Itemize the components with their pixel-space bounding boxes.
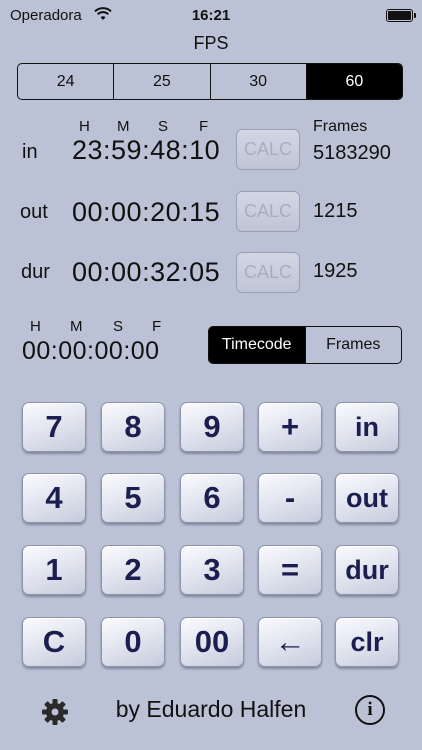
key-2[interactable]: 2 — [101, 545, 165, 595]
result-header-seconds: S — [113, 318, 124, 335]
key-4[interactable]: 4 — [22, 473, 86, 523]
fps-title: FPS — [193, 33, 229, 53]
status-time: 16:21 — [191, 7, 231, 24]
out-frames-value: 1215 — [313, 200, 358, 222]
mode-option-frames[interactable]: Frames — [304, 327, 402, 363]
out-calc-button[interactable]: CALC — [236, 191, 300, 232]
battery-icon — [386, 9, 416, 22]
fps-option-24[interactable]: 24 — [18, 64, 113, 99]
key-7[interactable]: 7 — [22, 402, 86, 452]
result-header-minutes: M — [70, 318, 83, 335]
key-00[interactable]: 00 — [180, 617, 244, 667]
key-0[interactable]: 0 — [101, 617, 165, 667]
out-timecode[interactable]: 00:00:20:15 — [72, 197, 220, 228]
dur-timecode[interactable]: 00:00:32:05 — [72, 257, 220, 288]
key-1[interactable]: 1 — [22, 545, 86, 595]
key-clr[interactable]: clr — [335, 617, 399, 667]
in-calc-button[interactable]: CALC — [236, 129, 300, 170]
key-5[interactable]: 5 — [101, 473, 165, 523]
header-frames-col: F — [199, 118, 209, 135]
info-icon[interactable]: i — [355, 695, 385, 725]
key-equals[interactable]: = — [258, 545, 322, 595]
dur-label: dur — [21, 261, 50, 283]
frames-header: Frames — [313, 118, 368, 135]
in-frames-value: 5183290 — [313, 142, 391, 164]
dur-frames-value: 1925 — [313, 260, 358, 282]
key-9[interactable]: 9 — [180, 402, 244, 452]
key-in[interactable]: in — [335, 402, 399, 452]
key-backspace[interactable]: ← — [258, 617, 322, 667]
mode-segmented-control: Timecode Frames — [208, 326, 402, 364]
key-8[interactable]: 8 — [101, 402, 165, 452]
key-minus[interactable]: - — [258, 473, 322, 523]
fps-segmented-control: 24 25 30 60 — [17, 63, 403, 100]
mode-option-timecode[interactable]: Timecode — [209, 327, 305, 363]
key-3[interactable]: 3 — [180, 545, 244, 595]
header-minutes: M — [117, 118, 130, 135]
fps-option-60[interactable]: 60 — [305, 64, 402, 99]
result-timecode: 00:00:00:00 — [22, 337, 160, 365]
result-header-frames: F — [152, 318, 162, 335]
fps-option-25[interactable]: 25 — [113, 64, 209, 99]
key-clear-entry[interactable]: C — [22, 617, 86, 667]
status-bar: Operadora 16:21 — [0, 0, 422, 30]
in-label: in — [22, 141, 38, 163]
key-dur[interactable]: dur — [335, 545, 399, 595]
dur-calc-button[interactable]: CALC — [236, 252, 300, 293]
key-out[interactable]: out — [335, 473, 399, 523]
out-label: out — [20, 201, 48, 223]
result-header-hours: H — [30, 318, 41, 335]
key-plus[interactable]: + — [258, 402, 322, 452]
in-timecode[interactable]: 23:59:48:10 — [72, 135, 220, 166]
header-hours: H — [79, 118, 90, 135]
fps-option-30[interactable]: 30 — [209, 64, 306, 99]
key-6[interactable]: 6 — [180, 473, 244, 523]
header-seconds: S — [158, 118, 169, 135]
